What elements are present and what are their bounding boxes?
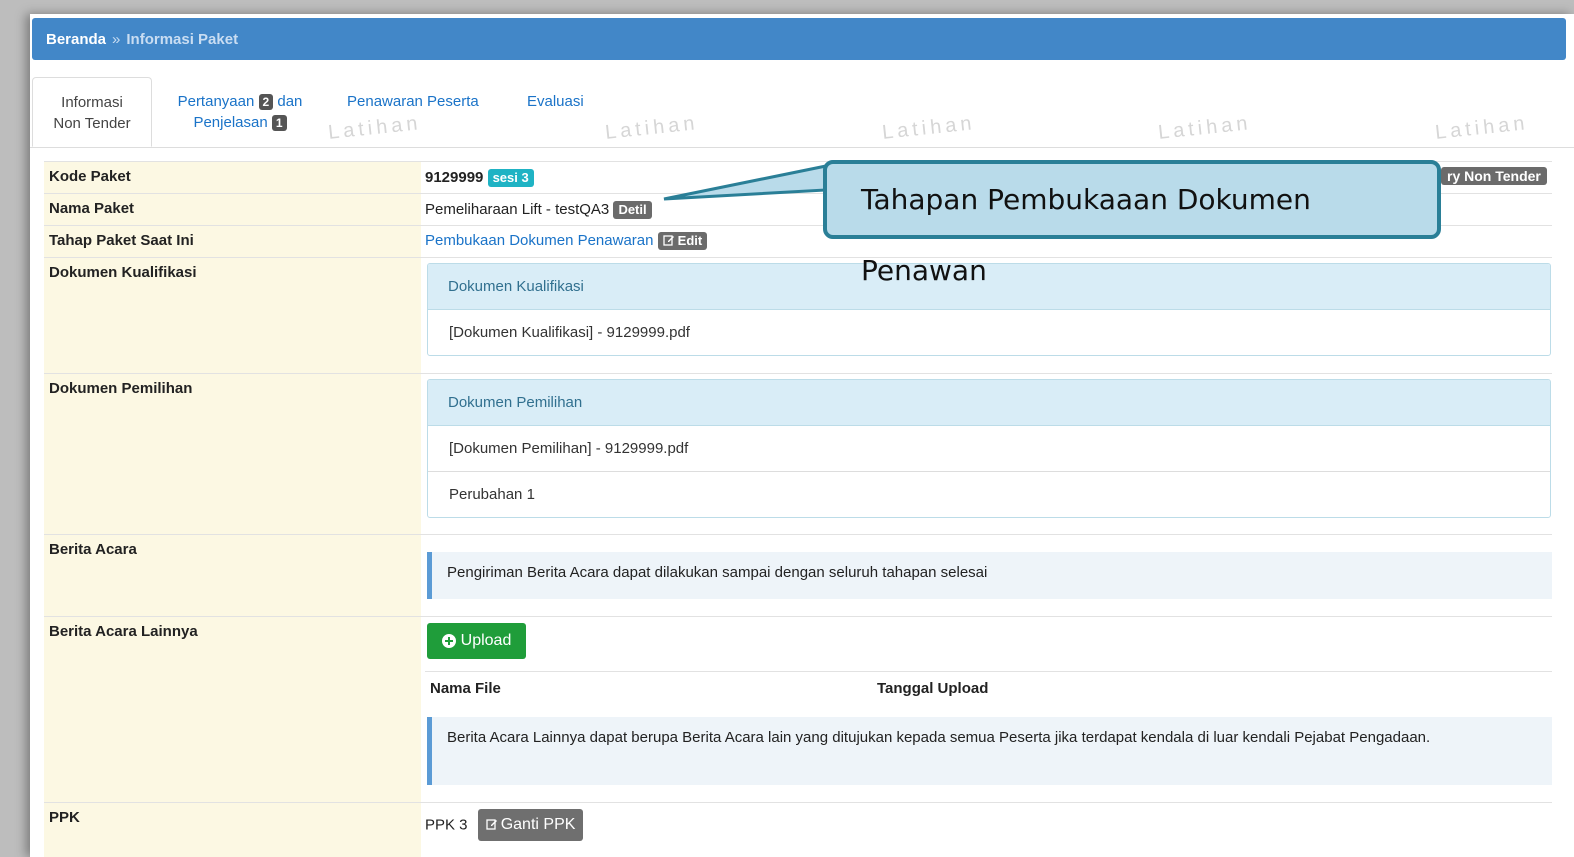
- breadcrumb-current: Informasi Paket: [126, 30, 239, 48]
- watermark: Latihan: [1434, 112, 1530, 144]
- edit-icon: [486, 819, 497, 830]
- nama-paket-label: Nama Paket: [44, 194, 421, 226]
- pemilihan-perubahan-link[interactable]: Perubahan 1: [428, 472, 1550, 517]
- tab-pertanyaan-label: Pertanyaan: [177, 93, 255, 110]
- watermark: Latihan: [604, 112, 700, 144]
- dokumen-kualifikasi-label: Dokumen Kualifikasi: [44, 258, 421, 374]
- row-ppk: PPK PPK 3 Ganti PPK: [44, 802, 1552, 857]
- ganti-ppk-button[interactable]: Ganti PPK: [477, 809, 584, 841]
- berita-acara-lainnya-note: Berita Acara Lainnya dapat berupa Berita…: [427, 717, 1552, 785]
- sesi-badge: sesi 3: [487, 169, 534, 187]
- page-frame: Beranda » Informasi Paket Informasi Non …: [30, 14, 1574, 857]
- watermark: Latihan: [881, 112, 977, 144]
- tab-informasi-line1: Informasi: [61, 94, 123, 111]
- dokumen-pemilihan-cell: Dokumen Pemilihan [Dokumen Pemilihan] - …: [425, 374, 1552, 535]
- tahap-paket-label: Tahap Paket Saat Ini: [44, 226, 421, 258]
- berita-acara-cell: Pengiriman Berita Acara dapat dilakukan …: [425, 535, 1552, 617]
- berita-acara-lainnya-cell: Upload Nama File Tanggal Upload Berita A…: [425, 617, 1552, 803]
- row-berita-acara: Berita Acara Pengiriman Berita Acara dap…: [44, 534, 1552, 617]
- row-dokumen-pemilihan: Dokumen Pemilihan Dokumen Pemilihan [Dok…: [44, 373, 1552, 535]
- breadcrumb-home-link[interactable]: Beranda: [46, 31, 106, 48]
- watermark: Latihan: [1157, 112, 1253, 144]
- tab-bar: Informasi Non Tender Pertanyaan 2 dan Pe…: [30, 77, 1574, 148]
- edit-icon: [663, 235, 674, 246]
- kode-paket-label: Kode Paket: [44, 162, 421, 194]
- berita-acara-label: Berita Acara: [44, 535, 421, 617]
- upload-table-divider: [425, 671, 1552, 672]
- pemilihan-file-link[interactable]: [Dokumen Pemilihan] - 9129999.pdf: [428, 426, 1550, 472]
- pemilihan-panel-title: Dokumen Pemilihan: [428, 380, 1550, 426]
- tab-dan-label: dan: [277, 93, 303, 110]
- tab-evaluasi[interactable]: Evaluasi: [527, 91, 584, 112]
- plus-circle-icon: [441, 634, 456, 648]
- ppk-label: PPK: [44, 803, 421, 857]
- kode-paket-value: 9129999: [425, 169, 484, 186]
- kualifikasi-panel: Dokumen Kualifikasi [Dokumen Kualifikasi…: [427, 263, 1551, 356]
- row-dokumen-kualifikasi: Dokumen Kualifikasi Dokumen Kualifikasi …: [44, 257, 1552, 374]
- kualifikasi-panel-title: Dokumen Kualifikasi: [428, 264, 1550, 310]
- pemilihan-panel: Dokumen Pemilihan [Dokumen Pemilihan] - …: [427, 379, 1551, 518]
- dokumen-kualifikasi-cell: Dokumen Kualifikasi [Dokumen Kualifikasi…: [425, 258, 1552, 374]
- watermark: Latihan: [327, 112, 423, 144]
- tab-pertanyaan-penjelasan[interactable]: Pertanyaan 2 dan Penjelasan 1: [165, 91, 315, 133]
- history-non-tender-button[interactable]: ry Non Tender: [1441, 167, 1547, 185]
- detil-button[interactable]: Detil: [613, 201, 652, 219]
- dokumen-pemilihan-label: Dokumen Pemilihan: [44, 374, 421, 535]
- ppk-value-cell: PPK 3 Ganti PPK: [425, 803, 1552, 857]
- berita-acara-lainnya-label: Berita Acara Lainnya: [44, 617, 421, 803]
- tab-penawaran-peserta[interactable]: Penawaran Peserta: [347, 91, 479, 112]
- tab-penjelasan-label: Penjelasan: [193, 114, 268, 131]
- kualifikasi-file-link[interactable]: [Dokumen Kualifikasi] - 9129999.pdf: [428, 310, 1550, 355]
- row-berita-acara-lainnya: Berita Acara Lainnya Upload Nama File Ta…: [44, 616, 1552, 803]
- callout-annotation: Tahapan Pembukaaan Dokumen Penawan: [823, 160, 1441, 287]
- col-nama-file: Nama File: [430, 680, 501, 697]
- edit-tahap-button[interactable]: Edit: [657, 232, 708, 250]
- tab-informasi-line2: Non Tender: [53, 115, 131, 132]
- tab-informasi-non-tender[interactable]: Informasi Non Tender: [32, 77, 152, 147]
- nama-paket-value: Pemeliharaan Lift - testQA3: [425, 201, 610, 218]
- berita-acara-note: Pengiriman Berita Acara dapat dilakukan …: [427, 552, 1552, 599]
- upload-label: Upload: [460, 632, 512, 649]
- upload-button[interactable]: Upload: [427, 623, 526, 659]
- edit-label: Edit: [677, 233, 703, 248]
- ppk-value: PPK 3: [425, 816, 468, 834]
- pertanyaan-count-badge: 2: [258, 94, 274, 110]
- ganti-ppk-label: Ganti PPK: [500, 816, 576, 833]
- breadcrumb-separator: »: [112, 30, 121, 48]
- col-tanggal-upload: Tanggal Upload: [877, 680, 989, 697]
- breadcrumb: Beranda » Informasi Paket: [32, 18, 1566, 60]
- tahap-paket-link[interactable]: Pembukaan Dokumen Penawaran: [425, 232, 653, 249]
- penjelasan-count-badge: 1: [271, 115, 287, 131]
